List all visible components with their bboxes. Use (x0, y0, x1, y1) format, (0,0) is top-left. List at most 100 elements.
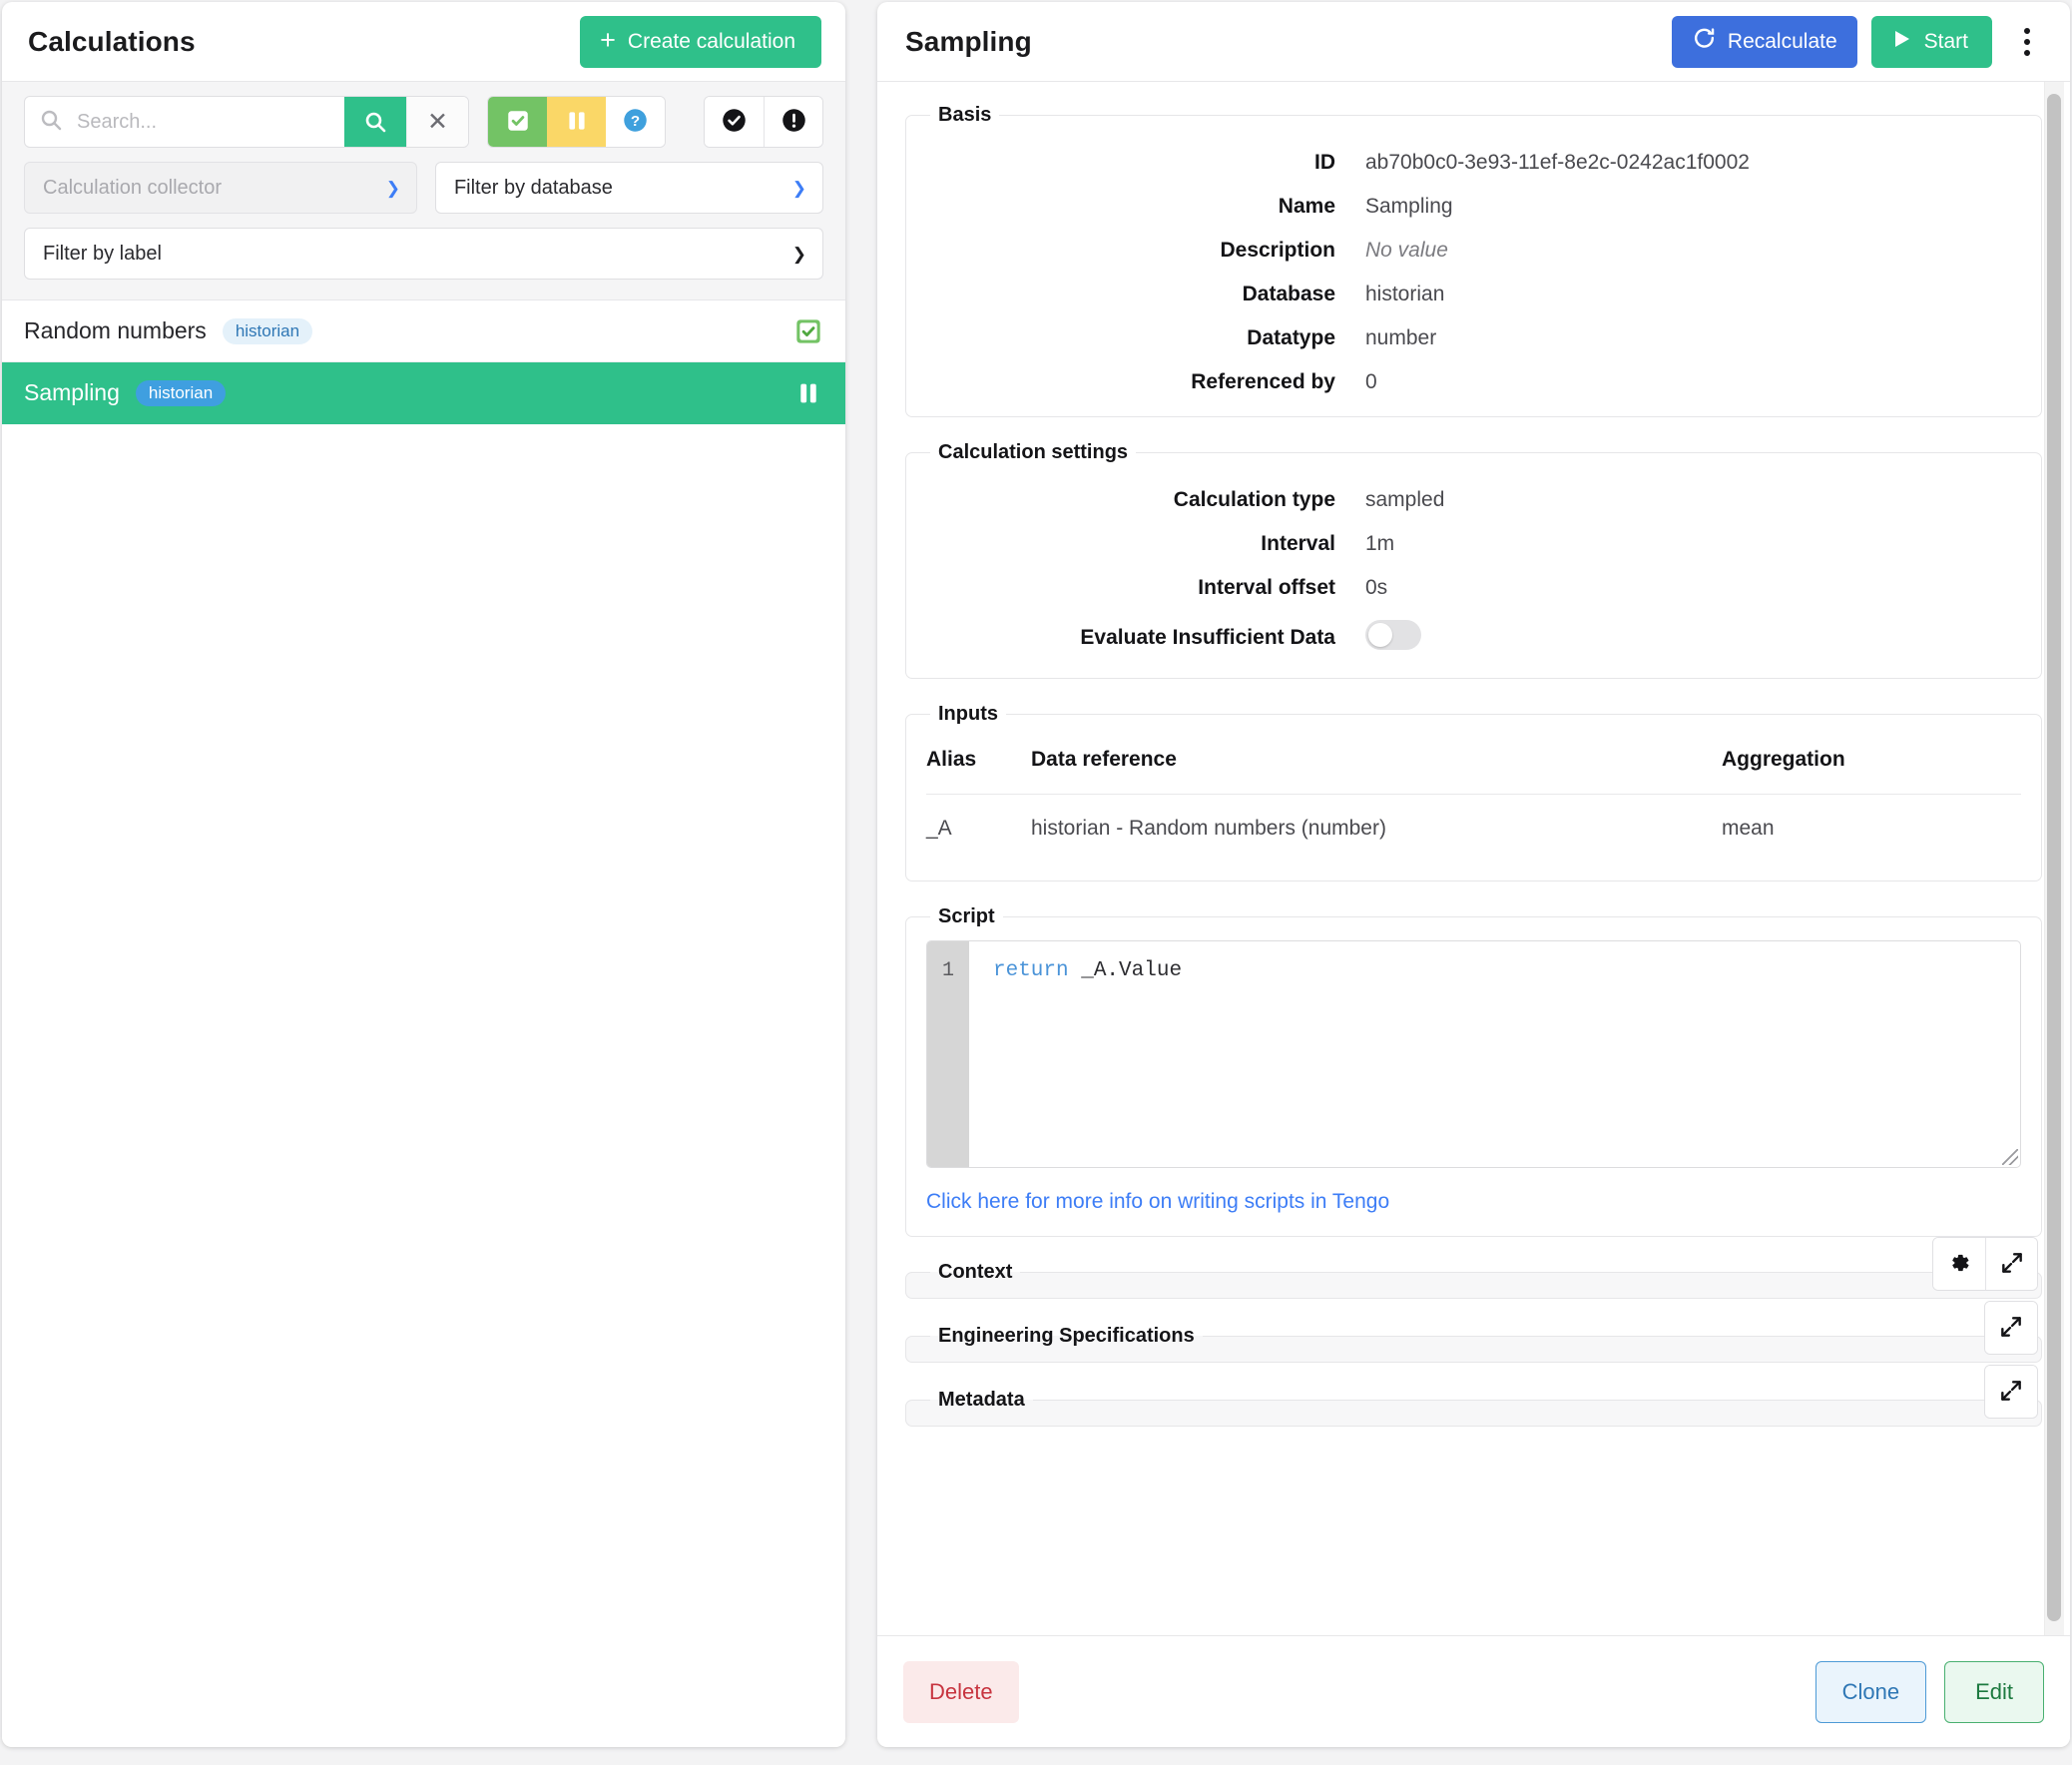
field-value: ab70b0c0-3e93-11ef-8e2c-0242ac1f0002 (1365, 151, 1750, 174)
basis-row-id: ID ab70b0c0-3e93-11ef-8e2c-0242ac1f0002 (926, 151, 2021, 175)
state-filter-group: ? (487, 96, 666, 148)
basis-row-name: Name Sampling (926, 195, 2021, 219)
filter-by-label-label: Filter by label (43, 242, 162, 265)
detail-scrollbar[interactable] (2044, 82, 2064, 1635)
search-input[interactable] (75, 109, 344, 135)
expand-arrows-icon (1998, 1378, 2024, 1407)
field-value: sampled (1365, 488, 1445, 511)
edit-button[interactable]: Edit (1944, 1660, 2044, 1723)
cell-data-reference: historian - Random numbers (number) (1031, 794, 1722, 859)
context-legend: Context (938, 1261, 1013, 1283)
search-box: ✕ (24, 96, 469, 148)
filter-paused-button[interactable] (547, 97, 606, 147)
settings-row-interval: Interval 1m (926, 532, 2021, 556)
context-expand-button[interactable] (1985, 1238, 2037, 1290)
start-button[interactable]: Start (1870, 15, 1992, 68)
status-filter-group (704, 96, 823, 148)
detail-header: Sampling Recalculate Start (877, 2, 2070, 82)
dot (2024, 27, 2030, 34)
clone-button[interactable]: Clone (1814, 1660, 1927, 1723)
search-clear-button[interactable]: ✕ (406, 97, 468, 147)
database-chip: historian (135, 379, 227, 406)
dot (2024, 38, 2030, 45)
dropdown-filters-row: Calculation collector ❯ Filter by databa… (24, 162, 823, 214)
list-item[interactable]: Random numbers historian (2, 300, 845, 362)
detail-footer: Delete Clone Edit (877, 1635, 2070, 1747)
context-section: Context (905, 1237, 2042, 1299)
calculation-name: Random numbers (24, 317, 207, 343)
filter-error-button[interactable] (764, 97, 822, 147)
filter-by-database-label: Filter by database (453, 176, 613, 199)
metadata-expand-button[interactable] (1985, 1366, 2037, 1418)
recalculate-label: Recalculate (1727, 29, 1837, 53)
column-header-data-reference: Data reference (1031, 748, 1177, 771)
field-label: Referenced by (1191, 370, 1335, 393)
close-icon: ✕ (427, 108, 448, 136)
cell-aggregation: mean (1722, 794, 2021, 859)
engineering-specifications-expand-button[interactable] (1985, 1302, 2037, 1354)
settings-row-interval-offset: Interval offset 0s (926, 576, 2021, 600)
plus-icon: + (600, 25, 616, 55)
basis-row-referenced-by: Referenced by 0 (926, 370, 2021, 394)
field-label: ID (1314, 151, 1335, 174)
search-submit-button[interactable] (344, 97, 406, 147)
evaluate-insufficient-data-toggle[interactable] (1365, 620, 1421, 650)
field-value (1365, 620, 1421, 656)
chevron-down-icon: ❯ (791, 178, 806, 198)
basis-row-database: Database historian (926, 283, 2021, 306)
calculations-panel: Calculations + Create calculation Search… (2, 2, 845, 1747)
page-title: Calculations (28, 25, 196, 57)
inputs-section: Inputs Alias Data reference Aggregation … (905, 703, 2042, 882)
question-circle-icon: ? (622, 107, 649, 137)
calculation-settings-legend: Calculation settings (938, 441, 1129, 463)
field-value: number (1365, 326, 1437, 349)
filter-ok-button[interactable] (705, 97, 764, 147)
context-settings-button[interactable] (1933, 1238, 1985, 1290)
calculation-detail-panel: Sampling Recalculate Start Basis ID ab70… (877, 2, 2070, 1747)
check-circle-icon (721, 107, 748, 137)
column-header-aggregation: Aggregation (1722, 748, 1845, 771)
field-label: Description (1220, 239, 1335, 262)
recalculate-button[interactable]: Recalculate (1671, 15, 1857, 68)
database-chip: historian (222, 317, 313, 344)
delete-button[interactable]: Delete (903, 1660, 1019, 1723)
calculation-settings-section: Calculation settings Calculation type sa… (905, 441, 2042, 679)
settings-row-evaluate-insufficient-data: Evaluate Insufficient Data (926, 620, 2021, 656)
list-item[interactable]: Sampling historian (2, 362, 845, 424)
table-row: _A historian - Random numbers (number) m… (926, 794, 2021, 859)
filter-unknown-button[interactable]: ? (606, 97, 665, 147)
resize-handle[interactable] (2002, 1149, 2018, 1165)
footer-actions: Clone Edit (1814, 1660, 2044, 1723)
create-calculation-button[interactable]: + Create calculation (580, 15, 821, 68)
expand-arrows-icon (1998, 1314, 2024, 1343)
calculation-collector-label: Calculation collector (43, 176, 222, 199)
metadata-actions (1984, 1365, 2038, 1419)
table-header-row: Alias Data reference Aggregation (926, 740, 2021, 795)
app-root: Calculations + Create calculation Search… (0, 0, 2072, 1765)
field-label: Database (1242, 283, 1335, 305)
field-label: Interval offset (1198, 576, 1335, 599)
search-and-toggles-row: ✕ (24, 96, 823, 148)
engineering-specifications-legend: Engineering Specifications (938, 1325, 1195, 1347)
filter-active-button[interactable] (488, 97, 547, 147)
filter-by-database-select[interactable]: Filter by database ❯ (434, 162, 823, 214)
tengo-docs-link[interactable]: Click here for more info on writing scri… (926, 1190, 1389, 1214)
start-label: Start (1923, 29, 1968, 53)
script-editor[interactable]: 1 return _A.Value (926, 940, 2021, 1168)
engineering-specifications-fieldset: Engineering Specifications (905, 1325, 2042, 1363)
metadata-fieldset: Metadata (905, 1389, 2042, 1427)
search-field (25, 97, 344, 147)
kebab-menu-icon[interactable] (2006, 16, 2048, 68)
field-value: 1m (1365, 532, 1395, 555)
script-expression: _A.Value (1068, 959, 1183, 982)
metadata-legend: Metadata (938, 1389, 1025, 1411)
calculation-collector-select[interactable]: Calculation collector ❯ (24, 162, 417, 214)
calculation-name: Sampling (24, 379, 120, 405)
engineering-specifications-section: Engineering Specifications (905, 1301, 2042, 1363)
scrollbar-thumb[interactable] (2047, 94, 2061, 1621)
basis-section: Basis ID ab70b0c0-3e93-11ef-8e2c-0242ac1… (905, 104, 2042, 417)
svg-text:?: ? (631, 113, 640, 130)
field-value: No value (1365, 239, 1448, 262)
filter-by-label-select[interactable]: Filter by label ❯ (24, 228, 823, 280)
script-code[interactable]: return _A.Value (969, 941, 2020, 1167)
